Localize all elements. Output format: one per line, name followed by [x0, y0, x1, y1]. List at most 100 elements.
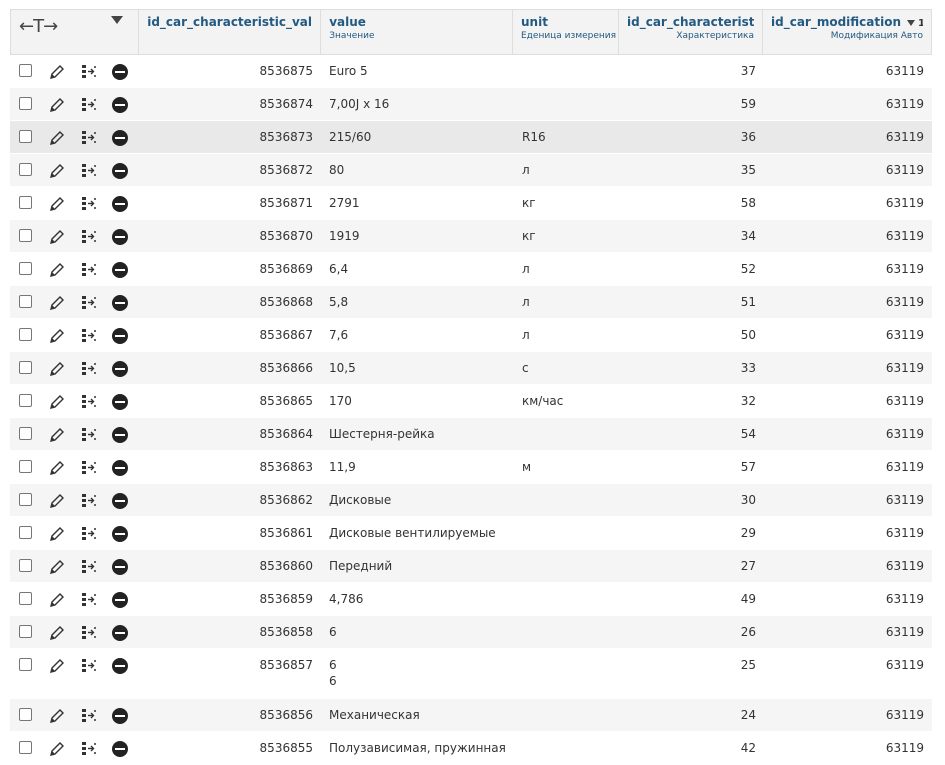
cell-id[interactable]: 8536872: [139, 154, 321, 186]
cell-id[interactable]: 8536867: [139, 319, 321, 351]
edit-pencil-icon[interactable]: [48, 195, 66, 213]
table-row[interactable]: 8536857 6 6 25 63119: [10, 649, 932, 699]
copy-row-icon[interactable]: [80, 294, 98, 312]
delete-icon[interactable]: [112, 492, 130, 510]
cell-modification[interactable]: 63119: [764, 418, 932, 450]
edit-pencil-icon[interactable]: [48, 327, 66, 345]
cell-value[interactable]: Дисковые: [321, 484, 514, 516]
cell-id[interactable]: 8536863: [139, 451, 321, 483]
cell-modification[interactable]: 63119: [764, 385, 932, 417]
delete-icon[interactable]: [112, 426, 130, 444]
cell-unit[interactable]: кг: [514, 187, 620, 219]
edit-pencil-icon[interactable]: [48, 162, 66, 180]
cell-modification[interactable]: 63119: [764, 517, 932, 549]
cell-value[interactable]: 2791: [321, 187, 514, 219]
row-checkbox[interactable]: [19, 460, 32, 473]
row-checkbox[interactable]: [19, 229, 32, 242]
edit-pencil-icon[interactable]: [48, 228, 66, 246]
table-row[interactable]: 8536867 7,6 л 50 63119: [10, 319, 932, 352]
table-row[interactable]: 8536855 Полузависимая, пружинная 42 63119: [10, 732, 932, 765]
cell-modification[interactable]: 63119: [764, 732, 932, 764]
cell-value[interactable]: Шестерня-рейка: [321, 418, 514, 450]
cell-value[interactable]: 215/60: [321, 121, 514, 153]
copy-row-icon[interactable]: [80, 624, 98, 642]
cell-characteristic[interactable]: 36: [620, 121, 764, 153]
delete-icon[interactable]: [112, 558, 130, 576]
cell-characteristic[interactable]: 26: [620, 616, 764, 648]
edit-pencil-icon[interactable]: [48, 492, 66, 510]
cell-characteristic[interactable]: 57: [620, 451, 764, 483]
edit-pencil-icon[interactable]: [48, 261, 66, 279]
cell-id[interactable]: 8536862: [139, 484, 321, 516]
cell-modification[interactable]: 63119: [764, 451, 932, 483]
edit-pencil-icon[interactable]: [48, 459, 66, 477]
cell-id[interactable]: 8536868: [139, 286, 321, 318]
delete-icon[interactable]: [112, 129, 130, 147]
cell-modification[interactable]: 63119: [764, 699, 932, 731]
cell-unit[interactable]: R16: [514, 121, 620, 153]
delete-icon[interactable]: [112, 525, 130, 543]
cell-value[interactable]: Дисковые вентилируемые: [321, 517, 514, 549]
edit-pencil-icon[interactable]: [48, 393, 66, 411]
cell-id[interactable]: 8536855: [139, 732, 321, 764]
cell-modification[interactable]: 63119: [764, 187, 932, 219]
cell-value[interactable]: 4,786: [321, 583, 514, 615]
edit-pencil-icon[interactable]: [48, 360, 66, 378]
cell-unit[interactable]: [514, 583, 620, 615]
cell-modification[interactable]: 63119: [764, 319, 932, 351]
cell-id[interactable]: 8536864: [139, 418, 321, 450]
table-row[interactable]: 8536869 6,4 л 52 63119: [10, 253, 932, 286]
copy-row-icon[interactable]: [80, 740, 98, 758]
delete-icon[interactable]: [112, 228, 130, 246]
cell-modification[interactable]: 63119: [764, 484, 932, 516]
cell-characteristic[interactable]: 59: [620, 88, 764, 120]
cell-value[interactable]: Euro 5: [321, 55, 514, 87]
delete-icon[interactable]: [112, 261, 130, 279]
cell-id[interactable]: 8536875: [139, 55, 321, 87]
copy-row-icon[interactable]: [80, 492, 98, 510]
cell-characteristic[interactable]: 42: [620, 732, 764, 764]
copy-row-icon[interactable]: [80, 261, 98, 279]
table-row[interactable]: 8536875 Euro 5 37 63119: [10, 55, 932, 88]
delete-icon[interactable]: [112, 294, 130, 312]
table-row[interactable]: 8536864 Шестерня-рейка 54 63119: [10, 418, 932, 451]
row-checkbox[interactable]: [19, 163, 32, 176]
row-checkbox[interactable]: [19, 708, 32, 721]
cell-id[interactable]: 8536858: [139, 616, 321, 648]
cell-id[interactable]: 8536865: [139, 385, 321, 417]
row-checkbox[interactable]: [19, 295, 32, 308]
cell-unit[interactable]: [514, 649, 620, 698]
table-row[interactable]: 8536872 80 л 35 63119: [10, 154, 932, 187]
delete-icon[interactable]: [112, 459, 130, 477]
delete-icon[interactable]: [112, 591, 130, 609]
cell-id[interactable]: 8536860: [139, 550, 321, 582]
edit-pencil-icon[interactable]: [48, 624, 66, 642]
cell-unit[interactable]: [514, 55, 620, 87]
column-name[interactable]: id_car_modification: [771, 15, 901, 29]
cell-modification[interactable]: 63119: [764, 55, 932, 87]
cell-unit[interactable]: л: [514, 253, 620, 285]
delete-icon[interactable]: [112, 327, 130, 345]
cell-characteristic[interactable]: 49: [620, 583, 764, 615]
copy-row-icon[interactable]: [80, 426, 98, 444]
row-checkbox[interactable]: [19, 526, 32, 539]
table-row[interactable]: 8536861 Дисковые вентилируемые 29 63119: [10, 517, 932, 550]
copy-row-icon[interactable]: [80, 459, 98, 477]
cell-modification[interactable]: 63119: [764, 616, 932, 648]
cell-value[interactable]: 11,9: [321, 451, 514, 483]
cell-unit[interactable]: л: [514, 154, 620, 186]
cell-value[interactable]: 80: [321, 154, 514, 186]
table-row[interactable]: 8536874 7,00J x 16 59 63119: [10, 88, 932, 121]
column-name[interactable]: value: [329, 15, 504, 29]
cell-characteristic[interactable]: 33: [620, 352, 764, 384]
cell-characteristic[interactable]: 34: [620, 220, 764, 252]
cell-characteristic[interactable]: 24: [620, 699, 764, 731]
row-checkbox[interactable]: [19, 592, 32, 605]
cell-unit[interactable]: [514, 550, 620, 582]
table-row[interactable]: 8536866 10,5 с 33 63119: [10, 352, 932, 385]
delete-icon[interactable]: [112, 162, 130, 180]
edit-pencil-icon[interactable]: [48, 426, 66, 444]
cell-unit[interactable]: [514, 484, 620, 516]
column-header-value[interactable]: value Значение: [321, 10, 513, 54]
column-header-id[interactable]: id_car_characteristic_value: [139, 10, 322, 54]
